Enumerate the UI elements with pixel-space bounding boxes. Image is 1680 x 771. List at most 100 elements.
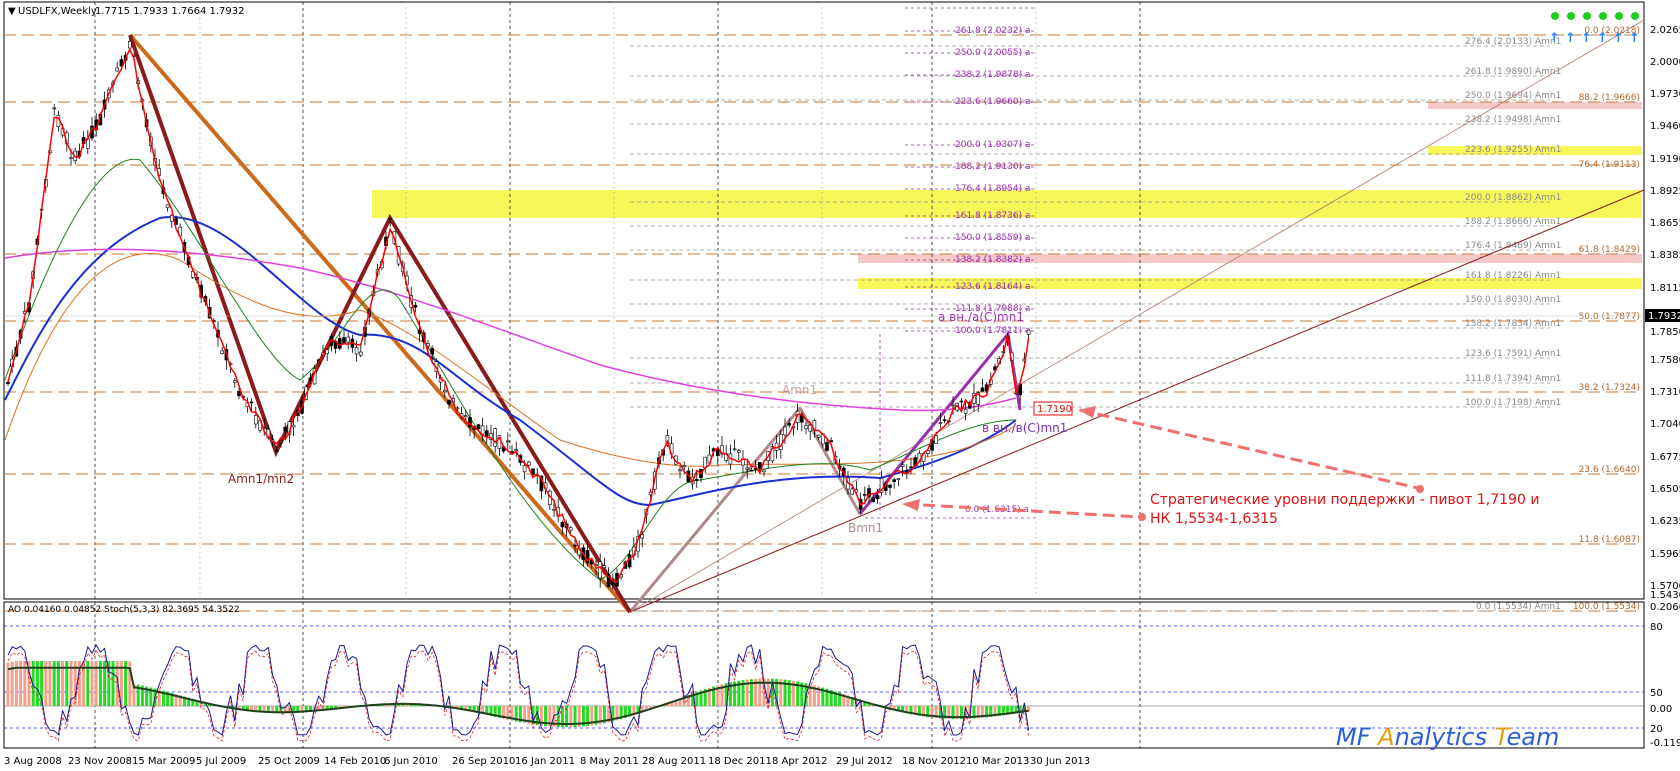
candle-body xyxy=(552,508,556,511)
fib-a-label: 223.6 (1.9660) a xyxy=(955,97,1031,107)
candle-body xyxy=(850,488,855,495)
svg-text:↑: ↑ xyxy=(1597,31,1608,46)
osc-tick: 0.00 xyxy=(1650,704,1672,715)
fib-a-label: 100.0 (1.7811) a xyxy=(955,326,1031,336)
candle-body xyxy=(783,426,787,436)
fib-amn1-label: 138.2 (1.7834) Amn1 xyxy=(1465,319,1561,329)
svg-text:↑: ↑ xyxy=(1581,31,1592,46)
time-tick: 8 Apr 2012 xyxy=(772,756,827,767)
price-tick: 1.8115 xyxy=(1650,283,1680,294)
time-axis: 3 Aug 2008 23 Nov 2008 15 Mar 2009 5 Jul… xyxy=(4,756,1090,767)
candle-body xyxy=(938,422,943,424)
price-tick: 1.7580 xyxy=(1650,355,1680,366)
ohlc-values: 1.7715 1.7933 1.7664 1.7932 xyxy=(95,6,245,17)
time-tick: 26 Sep 2010 xyxy=(452,756,515,767)
candle-body xyxy=(963,408,968,414)
svg-text:↑: ↑ xyxy=(1629,31,1640,46)
time-tick: 6 Jun 2010 xyxy=(384,756,438,767)
candle-body xyxy=(505,440,510,443)
time-tick: 25 Oct 2009 xyxy=(258,756,320,767)
candle-body xyxy=(862,494,867,496)
candle-body xyxy=(778,433,783,451)
candle-body xyxy=(69,157,73,159)
fib-right-label: 11.8 (1.6087) xyxy=(1579,535,1640,545)
fib-a-label: 150.0 (1.8559) a xyxy=(955,233,1031,243)
fib-amn1-label: 100.0 (1.7198) Amn1 xyxy=(1465,398,1561,408)
osc-tick: 0.20669 xyxy=(1650,602,1680,613)
fib-amn1-label: 150.0 (1.8030) Amn1 xyxy=(1465,295,1561,305)
price-tick: 1.6235 xyxy=(1650,516,1680,527)
fib-amn1-label: 200.0 (1.8862) Amn1 xyxy=(1465,193,1561,203)
candle-body xyxy=(493,428,498,447)
time-tick: 23 Nov 2008 xyxy=(68,756,132,767)
candle-body xyxy=(825,442,829,451)
candle-body xyxy=(678,469,682,472)
candle-body xyxy=(254,415,258,425)
fib-amn1-label: 176.4 (1.8469) Amn1 xyxy=(1465,241,1561,251)
fib-right-label: 76.4 (1.9113) xyxy=(1579,160,1640,170)
osc-tick: 80 xyxy=(1650,622,1663,633)
price-tick: 1.8655 xyxy=(1650,218,1680,229)
collapse-arrow-icon[interactable]: ▼ xyxy=(8,6,16,17)
watermark-logo: MF Analytics Team xyxy=(1336,723,1559,751)
wave-label-amn1-mn2: Amn1/mn2 xyxy=(228,472,294,486)
osc-tick: -0.11909 xyxy=(1650,738,1680,749)
fib-a-label: 138.2 (1.8382) a xyxy=(955,255,1031,265)
fib-right-label: 100.0 (1.5534) xyxy=(1573,602,1640,612)
wave-label-amn1: Amn1 xyxy=(782,383,817,397)
fib-amn1-label: 111.8 (1.7394) Amn1 xyxy=(1465,374,1561,384)
price-tick: 1.5430 xyxy=(1650,590,1680,601)
fib-a-label: 188.2 (1.9130) a xyxy=(955,162,1031,172)
candle-body xyxy=(52,107,57,110)
candle-body xyxy=(602,565,607,568)
candle-body xyxy=(816,434,821,438)
price-tick: 1.5965 xyxy=(1650,549,1680,560)
price-tick: 2.0265 xyxy=(1650,25,1680,36)
fib-amn1-label: 223.6 (1.9255) Amn1 xyxy=(1465,145,1561,155)
candle-body xyxy=(875,495,880,500)
candle-body xyxy=(892,479,897,482)
candle-body xyxy=(896,478,901,481)
wave-label-bmn1: Bmn1 xyxy=(848,521,883,535)
candle-body xyxy=(959,400,964,403)
arrow-tail-2 xyxy=(1138,513,1146,521)
price-tick: 1.7850 xyxy=(1650,327,1680,338)
candle-body xyxy=(447,400,451,405)
fib-amn1-label: 261.8 (1.9890) Amn1 xyxy=(1465,67,1561,77)
fib-a-label: 123.6 (1.8164) a xyxy=(955,282,1031,292)
symbol-title: USDLFX,Weekly xyxy=(18,6,97,17)
candle-body xyxy=(749,469,754,472)
pink-zone-2 xyxy=(1428,102,1642,109)
price-tick: 1.8385 xyxy=(1650,250,1680,261)
candle-body xyxy=(463,415,468,418)
candle-body xyxy=(291,424,296,428)
candle-body xyxy=(6,382,10,384)
candle-body xyxy=(900,464,905,467)
price-tick: 1.9460 xyxy=(1650,121,1680,132)
oscillator-header: AO 0.04160 0.04852 Stoch(5,3,3) 82.3695 … xyxy=(8,605,240,615)
svg-text:↑: ↑ xyxy=(1549,31,1560,46)
candle-body xyxy=(682,465,687,468)
fib-amn1-label: 188.2 (1.8666) Amn1 xyxy=(1465,217,1561,227)
candle-body xyxy=(274,449,279,452)
candle-body xyxy=(694,479,699,481)
candle-body xyxy=(888,484,892,488)
osc-tick: 20 xyxy=(1650,724,1663,735)
candle-body xyxy=(787,423,792,426)
chart-window[interactable]: 261.8 (2.0232) a 250.0 (2.0055) a 238.2 … xyxy=(0,0,1680,771)
candle-body xyxy=(220,350,224,354)
fib-right-label: 38.2 (1.7324) xyxy=(1579,383,1640,393)
candle-body xyxy=(165,204,170,209)
candle-body xyxy=(568,527,573,531)
candle-body xyxy=(951,404,955,407)
time-tick: 18 Dec 2011 xyxy=(708,756,772,767)
current-price-value: 1.7932 xyxy=(1648,311,1680,322)
candle-body xyxy=(430,348,435,355)
time-tick: 14 Feb 2010 xyxy=(324,756,386,767)
candle-body xyxy=(560,522,565,528)
candle-body xyxy=(640,534,645,539)
candle-body xyxy=(237,390,241,397)
price-tick: 1.7040 xyxy=(1650,419,1680,430)
fib-amn1-label: 161.8 (1.8226) Amn1 xyxy=(1465,271,1561,281)
time-tick: 29 Jul 2012 xyxy=(836,756,893,767)
